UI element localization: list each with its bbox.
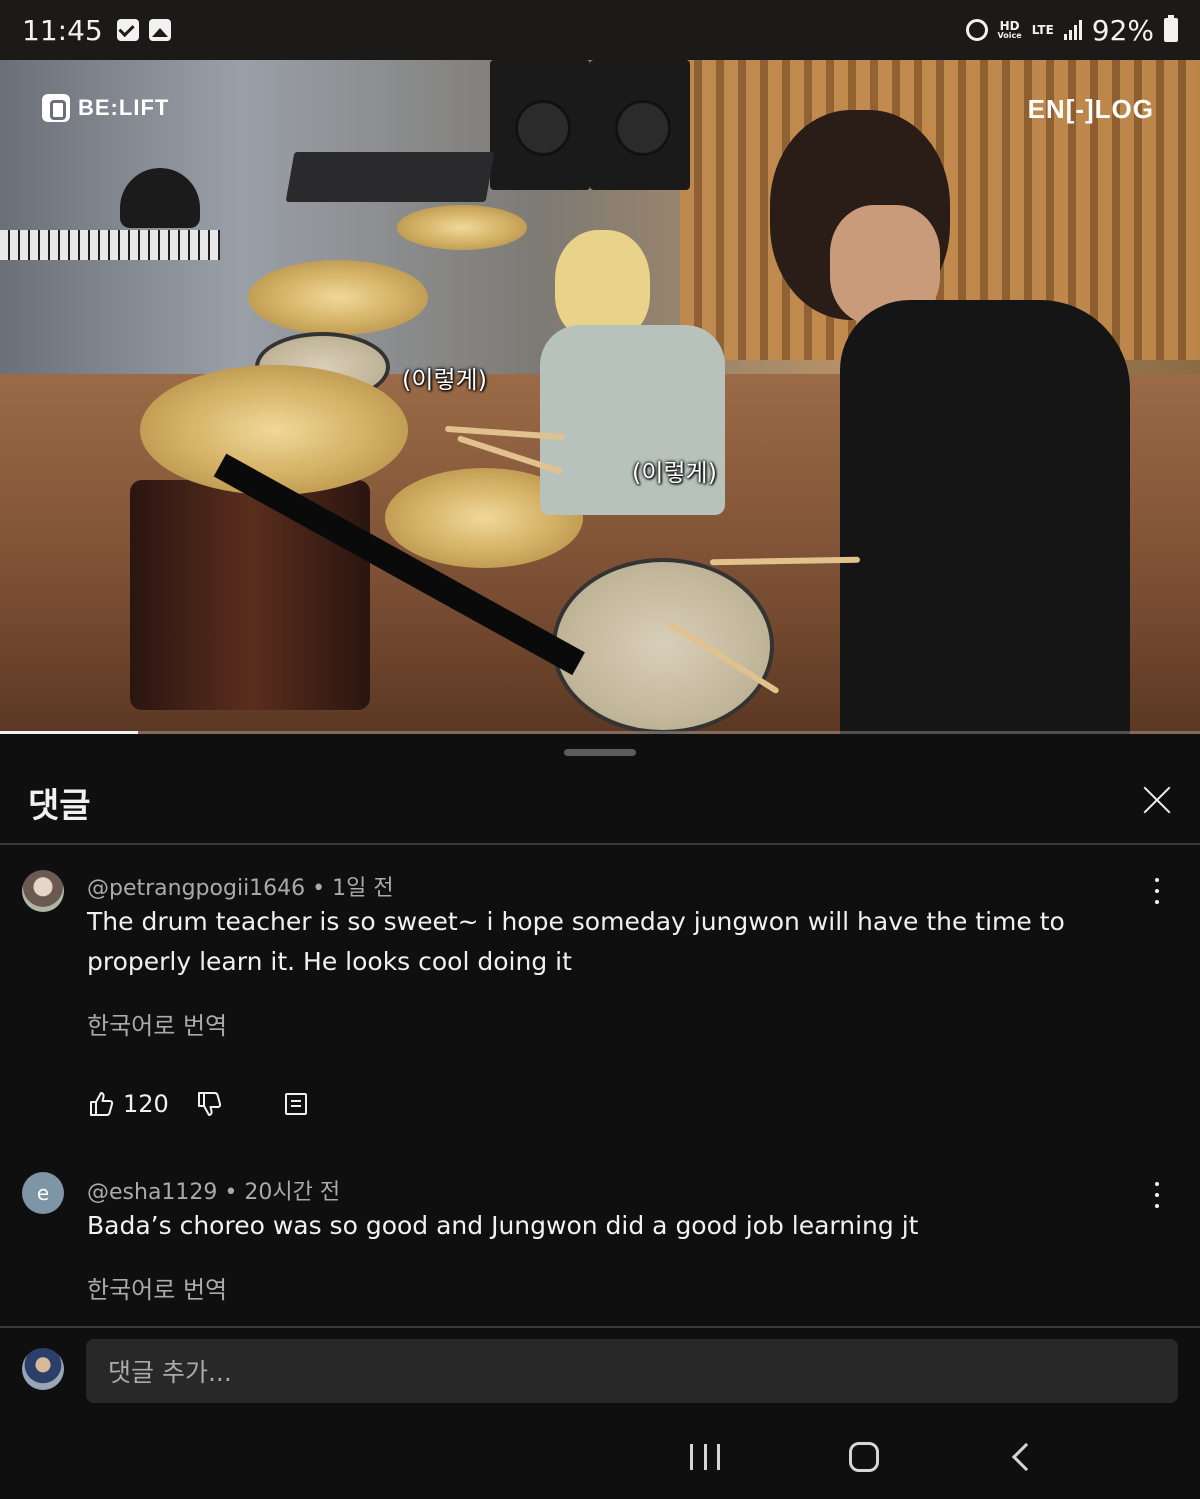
translate-link[interactable]: 한국어로 번역 [87,1270,227,1305]
video-player[interactable]: BE:LIFT EN[-]LOG (이렇게) (이렇게) [0,60,1200,734]
belift-logo-text: BE:LIFT [78,95,170,120]
hd-label: HD [999,18,1020,33]
more-options-icon[interactable] [1150,878,1164,904]
comment-text: Bada’s choreo was so good and Jungwon di… [87,1211,919,1240]
header-divider [0,843,1200,845]
recents-icon[interactable] [690,1444,720,1470]
battery-icon [1164,15,1178,42]
student-head [555,230,650,340]
back-icon[interactable] [1011,1442,1041,1472]
avatar[interactable] [22,870,64,912]
add-comment-input[interactable]: 댓글 추가... [86,1339,1178,1403]
status-bar: 11:45 HD Voice LTE 92% [0,0,1200,60]
belift-mark-icon [42,94,70,122]
status-time: 11:45 [22,13,103,47]
drum-teacher [760,110,1140,734]
comment-time: 1일 전 [332,876,394,901]
my-avatar[interactable] [22,1348,64,1390]
more-options-icon[interactable] [1150,1182,1164,1208]
status-right-group: HD Voice LTE 92% [965,13,1178,47]
battery-percent: 92% [1091,13,1154,47]
cymbal-crash [140,365,408,495]
enlog-logo: EN[-]LOG [1027,94,1154,124]
teacher-body [840,300,1130,734]
comment-actions: 120 [87,1090,307,1118]
checkbox-notification-icon [116,19,139,41]
speaker-right [590,60,690,190]
mixer-console [285,152,495,202]
reply-icon[interactable] [284,1093,307,1115]
video-caption-2: (이렇게) [632,459,717,487]
voice-label: Voice [997,30,1022,40]
like-count: 120 [123,1090,169,1118]
gallery-notification-icon [148,19,171,41]
comment-author[interactable]: @esha1129 [87,1180,217,1205]
alarm-icon [965,19,988,41]
speaker-left [490,60,590,190]
signal-icon [1063,20,1082,40]
avatar[interactable]: e [22,1172,64,1214]
drag-handle[interactable] [564,749,636,756]
translate-link[interactable]: 한국어로 번역 [87,1006,227,1041]
home-icon[interactable] [849,1442,879,1472]
comment-time: 20시간 전 [244,1180,341,1205]
add-comment-bar: 댓글 추가... [0,1328,1200,1420]
thumbs-up-icon[interactable] [87,1090,115,1118]
keyboard-instrument [0,230,220,260]
video-caption-1: (이렇게) [402,366,487,394]
meta-separator: • [312,876,326,901]
comments-title: 댓글 [28,786,91,826]
system-nav-bar [0,1420,1200,1499]
comment-author[interactable]: @petrangpogii1646 [87,876,305,901]
comment-meta: @esha1129 • 20시간 전 [87,1174,340,1206]
meta-separator: • [224,1180,238,1205]
cymbal-top [397,205,527,250]
comment-text: The drum teacher is so sweet~ i hope som… [87,907,1065,976]
lte-label: LTE [1031,22,1054,37]
belift-logo: BE:LIFT [42,94,169,122]
comment-meta: @petrangpogii1646 • 1일 전 [87,870,394,902]
hd-voice-indicator: HD Voice [997,18,1022,40]
studio-chair [120,168,200,228]
thumbs-down-icon[interactable] [195,1090,223,1118]
snare-drum [552,558,774,734]
cymbal-left [248,260,428,335]
close-icon[interactable] [1137,780,1177,820]
